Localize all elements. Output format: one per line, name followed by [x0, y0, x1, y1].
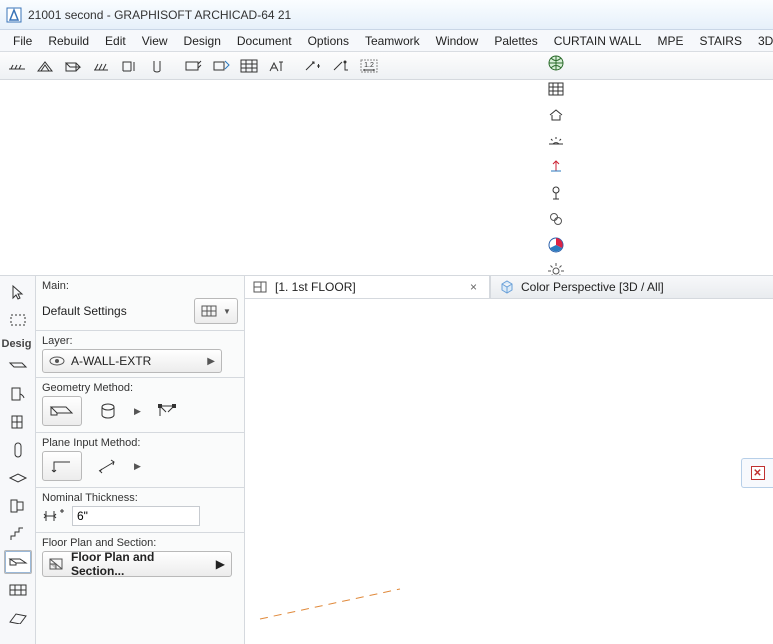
menu-edit[interactable]: Edit — [98, 32, 133, 50]
view-tab-bar: [1. 1st FLOOR] × Color Perspective [3D /… — [245, 275, 773, 299]
tool-btn-3[interactable] — [60, 55, 86, 77]
tool-btn-7[interactable] — [180, 55, 206, 77]
chevron-down-icon: ▼ — [223, 307, 231, 316]
app-icon — [6, 7, 22, 23]
sun-icon[interactable] — [545, 130, 567, 152]
menu-curtainwall[interactable]: CURTAIN WALL — [547, 32, 649, 50]
geom-method-ruled[interactable] — [147, 396, 187, 426]
drawing-canvas[interactable] — [245, 299, 773, 644]
floorplan-section-button[interactable]: Floor Plan and Section... ▶ — [42, 551, 232, 577]
beam-tool[interactable] — [4, 494, 32, 518]
marquee-tool[interactable] — [4, 308, 32, 332]
menu-document[interactable]: Document — [230, 32, 299, 50]
menu-rebuild[interactable]: Rebuild — [41, 32, 96, 50]
dashed-line — [255, 584, 405, 624]
tool-btn-4[interactable] — [88, 55, 114, 77]
menu-bar: File Rebuild Edit View Design Document O… — [0, 30, 773, 52]
menu-3dview[interactable]: 3D VIEW — [751, 32, 773, 50]
menu-palettes[interactable]: Palettes — [487, 32, 544, 50]
plane-method-horizontal[interactable] — [42, 451, 82, 481]
view-tab-floorplan[interactable]: [1. 1st FLOOR] × — [245, 276, 490, 298]
layer-dropdown[interactable]: A-WALL-EXTR ▶ — [42, 349, 222, 373]
slab-tool[interactable] — [4, 466, 32, 490]
plane-input-label: Plane Input Method: — [42, 437, 238, 449]
window-title: 21001 second - GRAPHISOFT ARCHICAD-64 21 — [28, 8, 291, 22]
title-bar: 21001 second - GRAPHISOFT ARCHICAD-64 21 — [0, 0, 773, 30]
floorplan-icon — [253, 280, 269, 294]
tool-btn-5[interactable] — [116, 55, 142, 77]
main-toolbar: 1.2 — [0, 52, 773, 80]
default-settings-label: Default Settings — [42, 304, 127, 318]
menu-teamwork[interactable]: Teamwork — [358, 32, 427, 50]
plane-method-vector[interactable] — [88, 451, 128, 481]
tool-btn-6[interactable] — [144, 55, 170, 77]
thickness-input[interactable] — [72, 506, 200, 526]
error-panel-toggle[interactable]: ✕ — [741, 458, 773, 488]
door-tool[interactable] — [4, 382, 32, 406]
menu-design[interactable]: Design — [177, 32, 228, 50]
arrow-tool[interactable] — [4, 280, 32, 304]
marker-icon[interactable] — [545, 156, 567, 178]
menu-window[interactable]: Window — [429, 32, 486, 50]
tool-btn-2[interactable] — [32, 55, 58, 77]
menu-options[interactable]: Options — [301, 32, 356, 50]
tool-btn-12[interactable] — [328, 55, 354, 77]
tool-btn-9[interactable] — [236, 55, 262, 77]
thickness-icon — [42, 507, 66, 525]
column-tool[interactable] — [4, 438, 32, 462]
fp-button-label: Floor Plan and Section... — [71, 550, 210, 578]
chevron-right-icon: ▶ — [134, 461, 141, 472]
roof-tool[interactable] — [4, 606, 32, 630]
floorplan-section-label: Floor Plan and Section: — [42, 537, 238, 549]
pie-icon[interactable] — [545, 234, 567, 256]
tool-btn-8[interactable] — [208, 55, 234, 77]
layer-value: A-WALL-EXTR — [71, 354, 151, 368]
tool-btn-1[interactable] — [4, 55, 30, 77]
menu-file[interactable]: File — [6, 32, 39, 50]
nominal-thickness-label: Nominal Thickness: — [42, 492, 238, 504]
eye-icon — [49, 356, 65, 366]
stair-tool[interactable] — [4, 522, 32, 546]
chevron-right-icon: ▶ — [207, 356, 215, 367]
mesh-tool[interactable] — [4, 578, 32, 602]
error-x-icon: ✕ — [751, 466, 765, 480]
section-icon — [49, 557, 65, 571]
main-label: Main: — [42, 280, 69, 292]
tool-btn-11[interactable] — [300, 55, 326, 77]
geometry-method-label: Geometry Method: — [42, 382, 238, 394]
menu-mpe[interactable]: MPE — [650, 32, 690, 50]
design-header: Desig — [0, 336, 36, 350]
toolbox-column: Desig — [0, 275, 36, 644]
vertical-toolstrip — [542, 52, 570, 282]
menu-stairs[interactable]: STAIRS — [693, 32, 749, 50]
geom-method-revolve[interactable] — [88, 396, 128, 426]
layer-label: Layer: — [42, 335, 238, 347]
view-tab-3d[interactable]: Color Perspective [3D / All] — [490, 276, 773, 298]
close-icon[interactable]: × — [466, 280, 481, 294]
link-icon[interactable] — [545, 208, 567, 230]
cube-icon — [499, 279, 515, 295]
house-icon[interactable] — [545, 104, 567, 126]
shell-tool[interactable] — [4, 550, 32, 574]
chevron-right-icon: ▶ — [134, 406, 141, 417]
tab-label: [1. 1st FLOOR] — [275, 280, 356, 294]
default-settings-button[interactable]: ▼ — [194, 298, 238, 324]
chevron-right-icon: ▶ — [216, 557, 225, 571]
pin-icon[interactable] — [545, 182, 567, 204]
tool-btn-13[interactable]: 1.2 — [356, 55, 382, 77]
geom-method-extrude[interactable] — [42, 396, 82, 426]
tab-label: Color Perspective [3D / All] — [521, 280, 664, 294]
wall-tool[interactable] — [4, 354, 32, 378]
globe-icon[interactable] — [545, 52, 567, 74]
svg-text:1.2: 1.2 — [364, 62, 374, 69]
window-tool[interactable] — [4, 410, 32, 434]
info-box-panel: Main: Default Settings ▼ Layer: A-WALL-E… — [36, 275, 245, 644]
grid-icon[interactable] — [545, 78, 567, 100]
tool-btn-10[interactable] — [264, 55, 290, 77]
menu-view[interactable]: View — [135, 32, 175, 50]
